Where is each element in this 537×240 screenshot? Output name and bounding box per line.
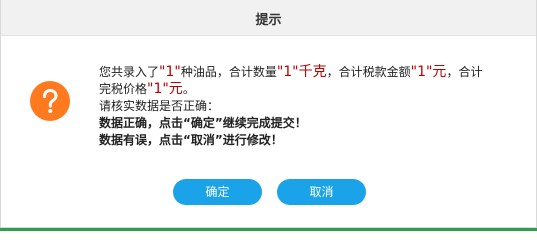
message-text: 您共录入了 bbox=[99, 65, 160, 79]
message-text: 种油品，合计数量 bbox=[180, 65, 277, 79]
oil-type-count: "1" bbox=[159, 64, 181, 80]
total-tax-amount: "1"元 bbox=[410, 64, 447, 80]
message-text: 。 bbox=[182, 82, 195, 96]
bottom-border bbox=[0, 228, 537, 231]
confirm-button[interactable]: 确定 bbox=[173, 179, 262, 205]
dialog-message: 您共录入了"1"种油品，合计数量"1"千克，合计税款金额"1"元，合计 完税价格… bbox=[99, 64, 519, 149]
total-quantity: "1"千克 bbox=[276, 64, 327, 80]
message-text: ，合计税款金额 bbox=[326, 65, 411, 79]
message-summary-line2: 完税价格"1"元。 bbox=[99, 81, 519, 98]
confirm-instruction: 数据正确，点击“确定”继续完成提交！ bbox=[99, 116, 307, 130]
question-icon bbox=[30, 81, 70, 121]
dialog-title: 提示 bbox=[255, 13, 282, 28]
cancel-button[interactable]: 取消 bbox=[277, 179, 366, 205]
confirm-dialog: 提示 您共录入了"1"种油品，合计数量"1"千克，合计税款金额"1"元，合计 完… bbox=[0, 0, 537, 228]
cancel-instruction: 数据有误，点击“取消”进行修改！ bbox=[99, 133, 283, 147]
message-text: 完税价格 bbox=[99, 82, 148, 96]
message-text: ，合计 bbox=[446, 65, 483, 79]
message-summary-line1: 您共录入了"1"种油品，合计数量"1"千克，合计税款金额"1"元，合计 bbox=[99, 64, 519, 81]
verify-prompt: 请核实数据是否正确： bbox=[99, 99, 220, 113]
total-dutiable-price: "1"元 bbox=[147, 81, 183, 97]
dialog-header: 提示 bbox=[1, 0, 536, 36]
